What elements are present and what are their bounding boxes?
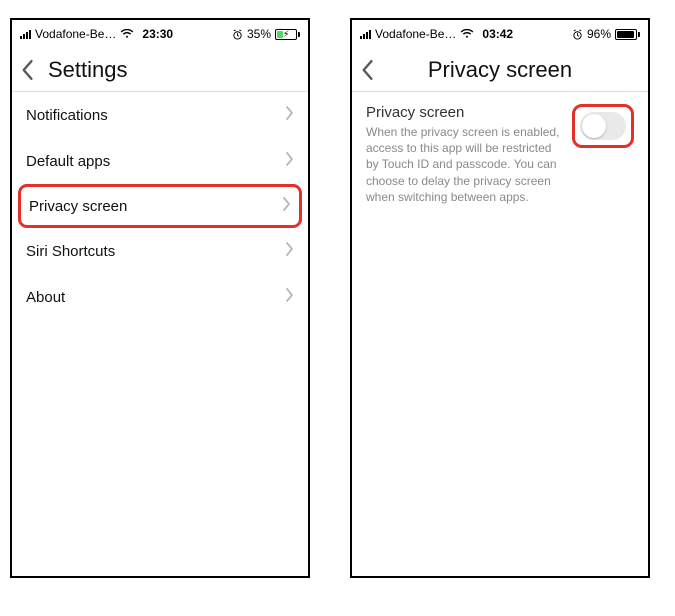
privacy-screen-toggle[interactable] <box>580 112 626 140</box>
setting-title: Privacy screen <box>366 104 564 121</box>
alarm-icon <box>572 29 583 40</box>
signal-icon <box>360 29 371 39</box>
page-title: Privacy screen <box>360 57 640 83</box>
chevron-right-icon <box>283 197 291 215</box>
time-label: 23:30 <box>142 27 173 41</box>
alarm-icon <box>232 29 243 40</box>
back-button[interactable] <box>20 59 48 81</box>
chevron-right-icon <box>286 288 294 306</box>
wifi-icon <box>460 29 474 39</box>
row-notifications[interactable]: Notifications <box>12 92 308 138</box>
battery-text: 35% <box>247 27 271 41</box>
phone-settings: Vodafone-Be… 23:30 35% ⚡︎ Settings Notif… <box>10 18 310 578</box>
phone-privacy-screen: Vodafone-Be… 03:42 96% Privacy screen Pr… <box>350 18 650 578</box>
status-bar: Vodafone-Be… 23:30 35% ⚡︎ <box>12 20 308 48</box>
row-label: Privacy screen <box>29 198 127 215</box>
nav-bar: Privacy screen <box>352 48 648 92</box>
settings-list: Notifications Default apps Privacy scree… <box>12 92 308 320</box>
status-bar: Vodafone-Be… 03:42 96% <box>352 20 648 48</box>
battery-icon <box>615 29 640 40</box>
chevron-right-icon <box>286 106 294 124</box>
battery-text: 96% <box>587 27 611 41</box>
row-default-apps[interactable]: Default apps <box>12 138 308 184</box>
chevron-right-icon <box>286 152 294 170</box>
time-label: 03:42 <box>482 27 513 41</box>
signal-icon <box>20 29 31 39</box>
row-privacy-screen[interactable]: Privacy screen <box>18 184 302 228</box>
nav-bar: Settings <box>12 48 308 92</box>
row-label: Default apps <box>26 153 110 170</box>
wifi-icon <box>120 29 134 39</box>
row-label: About <box>26 289 65 306</box>
row-about[interactable]: About <box>12 274 308 320</box>
highlight-box <box>572 104 634 148</box>
row-label: Siri Shortcuts <box>26 243 115 260</box>
privacy-screen-setting: Privacy screen When the privacy screen i… <box>352 92 648 217</box>
row-siri-shortcuts[interactable]: Siri Shortcuts <box>12 228 308 274</box>
carrier-label: Vodafone-Be… <box>35 27 116 41</box>
row-label: Notifications <box>26 107 108 124</box>
setting-description: When the privacy screen is enabled, acce… <box>366 124 564 205</box>
chevron-right-icon <box>286 242 294 260</box>
toggle-knob <box>582 114 606 138</box>
carrier-label: Vodafone-Be… <box>375 27 456 41</box>
battery-icon: ⚡︎ <box>275 29 300 40</box>
page-title: Settings <box>48 57 300 83</box>
